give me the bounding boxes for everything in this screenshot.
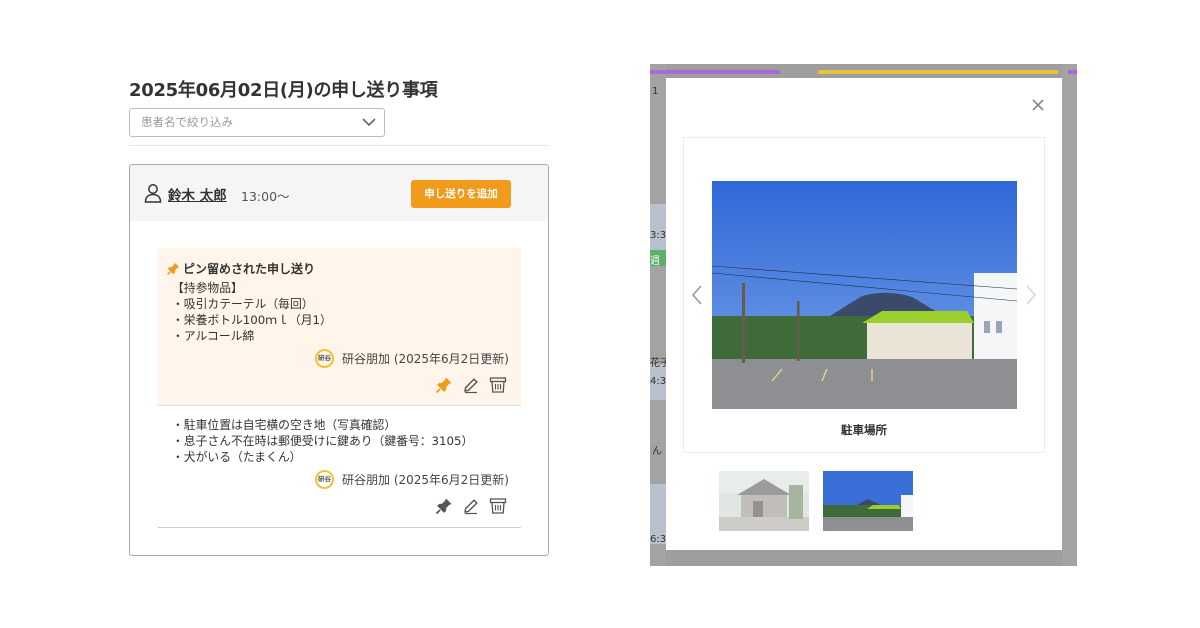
pin-icon[interactable] bbox=[435, 376, 453, 394]
photo-modal: 駐車場所 bbox=[666, 78, 1062, 550]
patient-card-header: 鈴木 太郎 13:00〜 申し送りを追加 bbox=[130, 165, 548, 221]
pin-icon[interactable] bbox=[435, 497, 453, 515]
bg-text: 4:3 bbox=[650, 376, 667, 387]
author-avatar: 研谷 bbox=[315, 349, 334, 368]
handover-note: ・駐車位置は自宅横の空き地（写真確認） ・息子さん不在時は郵便受けに鍵あり（鍵番… bbox=[158, 406, 521, 528]
note-line: ・アルコール綿 bbox=[172, 329, 255, 343]
pin-icon bbox=[167, 262, 180, 275]
trash-icon[interactable] bbox=[489, 376, 507, 394]
note-line: 【持参物品】 bbox=[172, 281, 243, 295]
edit-icon[interactable] bbox=[462, 497, 480, 515]
note-line: ・犬がいる（たまくん） bbox=[172, 450, 302, 464]
bg-column bbox=[1062, 64, 1077, 566]
page-title: 2025年06月02日(月)の申し送り事項 bbox=[129, 80, 438, 101]
note-line: ・栄養ボトル100ｍｌ（月1） bbox=[172, 313, 332, 327]
author-avatar: 研谷 bbox=[315, 470, 334, 489]
note-body: ・駐車位置は自宅横の空き地（写真確認） ・息子さん不在時は郵便受けに鍵あり（鍵番… bbox=[172, 417, 473, 465]
bg-bar-yellow bbox=[818, 70, 1058, 74]
chevron-left-icon[interactable] bbox=[690, 283, 704, 307]
note-author: 研谷 研谷朋加 (2025年6月2日更新) bbox=[315, 349, 509, 368]
patient-filter-select[interactable]: 患者名で絞り込み bbox=[129, 108, 385, 137]
bg-bar-purple bbox=[1068, 70, 1077, 74]
add-handover-button[interactable]: 申し送りを追加 bbox=[411, 180, 511, 208]
note-line: ・息子さん不在時は郵便受けに鍵あり（鍵番号：3105） bbox=[172, 434, 474, 448]
pinned-heading: ピン留めされた申し送り bbox=[167, 260, 315, 277]
trash-icon[interactable] bbox=[489, 497, 507, 515]
thumbnail-house[interactable] bbox=[719, 471, 809, 531]
note-line: ・駐車位置は自宅横の空き地（写真確認） bbox=[172, 418, 397, 432]
close-icon[interactable] bbox=[1031, 98, 1045, 112]
visit-time: 13:00〜 bbox=[241, 189, 290, 204]
author-text: 研谷朋加 (2025年6月2日更新) bbox=[342, 352, 509, 366]
bg-text: ん bbox=[652, 446, 662, 457]
thumbnail-strip bbox=[719, 471, 913, 531]
photo-viewer: 駐車場所 bbox=[683, 137, 1045, 453]
patient-card: 鈴木 太郎 13:00〜 申し送りを追加 ピン留めされた申し送り 【持参物品】 … bbox=[129, 164, 549, 556]
note-line: ・吸引カテーテル（毎回） bbox=[172, 297, 314, 311]
bg-text: 週 bbox=[650, 256, 660, 267]
person-icon bbox=[144, 184, 162, 203]
chevron-right-icon[interactable] bbox=[1024, 283, 1038, 307]
thumbnail-parking[interactable] bbox=[823, 471, 913, 531]
chevron-down-icon bbox=[362, 118, 376, 127]
note-author: 研谷 研谷朋加 (2025年6月2日更新) bbox=[315, 470, 509, 489]
pinned-heading-text: ピン留めされた申し送り bbox=[183, 262, 316, 276]
author-text: 研谷朋加 (2025年6月2日更新) bbox=[342, 473, 509, 487]
bg-text: 3:3 bbox=[650, 230, 667, 241]
pinned-note-body: 【持参物品】 ・吸引カテーテル（毎回） ・栄養ボトル100ｍｌ（月1） ・アルコ… bbox=[172, 280, 332, 344]
bg-bar-purple bbox=[650, 70, 780, 74]
edit-icon[interactable] bbox=[462, 376, 480, 394]
divider bbox=[129, 145, 549, 146]
note-actions bbox=[435, 376, 507, 394]
parking-photo bbox=[712, 181, 1017, 409]
bg-text: 1 bbox=[652, 86, 659, 97]
handover-panel: 2025年06月02日(月)の申し送り事項 患者名で絞り込み bbox=[129, 78, 549, 146]
filter-placeholder: 患者名で絞り込み bbox=[141, 115, 233, 129]
pinned-note: ピン留めされた申し送り 【持参物品】 ・吸引カテーテル（毎回） ・栄養ボトル10… bbox=[158, 248, 521, 406]
photo-caption: 駐車場所 bbox=[841, 423, 887, 437]
note-actions bbox=[435, 497, 507, 515]
bg-text: 6:3 bbox=[650, 534, 667, 545]
patient-name-link[interactable]: 鈴木 太郎 bbox=[168, 184, 227, 204]
